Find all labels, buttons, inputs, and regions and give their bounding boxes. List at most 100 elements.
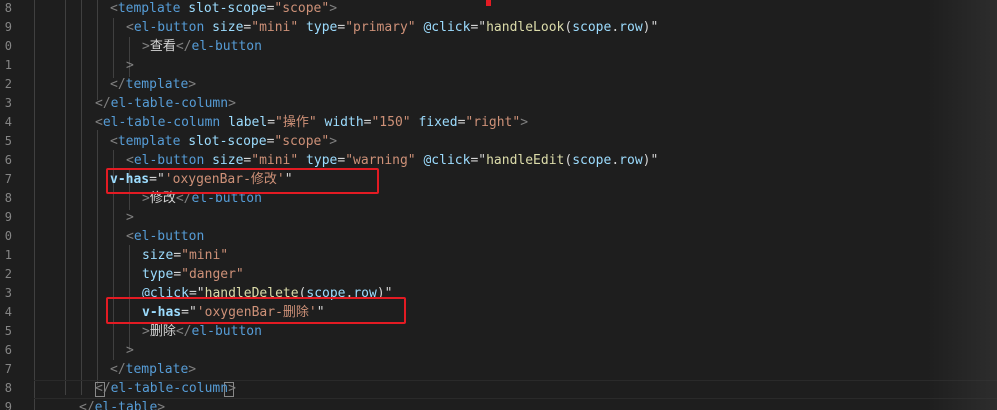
code-token-tag: template (117, 1, 181, 16)
code-token-tag: template (125, 362, 189, 377)
indent-guide (113, 18, 114, 78)
code-token-string: "mini" (181, 248, 229, 263)
code-token-attribute: type (142, 267, 174, 282)
code-token-text: " (478, 153, 487, 168)
line-number: 8 (4, 381, 12, 395)
code-line[interactable]: type="danger" (142, 265, 244, 284)
indent-guide (97, 0, 98, 100)
code-editor[interactable]: 8901234567890123456789 <template slot-sc… (0, 0, 997, 410)
red-marker (486, 0, 491, 6)
code-token-attribute: @click (423, 153, 471, 168)
code-token-bracket: </ (95, 381, 111, 396)
code-token-text: 删除 (149, 324, 176, 339)
code-token-attribute: size (212, 153, 244, 168)
code-token-bracket: > (228, 96, 236, 111)
code-token-bracket: < (110, 134, 118, 149)
code-line[interactable]: > (126, 56, 134, 75)
line-number: 3 (4, 96, 12, 110)
code-token-text: 查看 (149, 39, 176, 54)
code-token-attribute: scope (572, 153, 612, 168)
code-token-string: "scope" (274, 1, 330, 16)
code-token-function: handleEdit (486, 153, 565, 168)
code-token-bracket: < (126, 20, 134, 35)
indent-guide (81, 0, 82, 395)
code-token-bracket: < (126, 229, 134, 244)
code-line[interactable]: > (126, 341, 134, 360)
code-token-bracket: > (520, 115, 529, 130)
code-token-bracket: < (126, 153, 134, 168)
code-token-text: = (337, 153, 346, 168)
code-line[interactable]: <el-button (126, 227, 204, 246)
code-token-attribute: @click (423, 20, 471, 35)
code-token-tag: el-button (133, 229, 205, 244)
code-token-text: = (173, 248, 182, 263)
line-number: 8 (4, 191, 12, 205)
code-token-attribute: size (142, 248, 174, 263)
code-token-text: . (611, 153, 620, 168)
indent-guide (34, 0, 35, 410)
code-token-text: " (478, 20, 487, 35)
code-token-tag: el-button (133, 20, 205, 35)
code-token-bracket: > (157, 400, 166, 410)
code-token-attribute: label (228, 115, 268, 130)
line-number: 2 (4, 267, 12, 281)
line-number: 6 (4, 153, 12, 167)
code-line[interactable]: <el-table-column label="操作" width="150" … (95, 113, 528, 132)
line-number: 9 (4, 400, 12, 410)
code-token-string: "mini" (251, 20, 299, 35)
highlight-box-delete-permission (106, 297, 406, 324)
code-token-attribute: fixed (418, 115, 458, 130)
code-line[interactable]: >删除</el-button (142, 322, 262, 341)
code-token-tag: el-table-column (110, 381, 229, 396)
line-number: 1 (4, 58, 12, 72)
code-line[interactable]: <el-button size="mini" type="primary" @c… (126, 18, 658, 37)
code-token-tag: el-table-column (102, 115, 221, 130)
line-number: 5 (4, 324, 12, 338)
line-number: 3 (4, 286, 12, 300)
code-token-attribute: width (324, 115, 364, 130)
line-number: 0 (4, 39, 12, 53)
indent-guide (65, 0, 66, 395)
code-line[interactable]: <template slot-scope="scope"> (110, 132, 337, 151)
code-line[interactable]: </template> (110, 360, 196, 379)
code-token-attribute: size (212, 20, 244, 35)
code-token-bracket: > (142, 324, 150, 339)
code-line[interactable]: </el-table-column> (95, 379, 236, 398)
line-number: 8 (4, 1, 12, 15)
code-token-bracket: > (329, 1, 338, 16)
code-line[interactable]: </template> (110, 75, 196, 94)
code-token-bracket: > (126, 343, 134, 358)
code-token-text: = (173, 267, 182, 282)
code-token-bracket: > (188, 362, 197, 377)
code-token-bracket: > (126, 58, 134, 73)
code-line[interactable]: > (126, 208, 134, 227)
code-line[interactable]: size="mini" (142, 246, 228, 265)
indent-guide (97, 130, 98, 385)
code-token-tag: template (125, 77, 189, 92)
code-line[interactable]: </el-table-column> (95, 94, 236, 113)
code-token-function: handleLook (486, 20, 565, 35)
code-token-bracket: > (126, 210, 134, 225)
code-token-bracket: > (228, 381, 236, 396)
code-token-bracket: > (329, 134, 338, 149)
code-line[interactable]: >查看</el-button (142, 37, 262, 56)
code-line[interactable]: </el-table> (79, 398, 165, 410)
code-line[interactable]: <template slot-scope="scope"> (110, 0, 337, 18)
code-token-tag: el-button (191, 39, 262, 54)
line-number-gutter: 8 9 0 1 2 3 4 5 6 7 8 9 0 1 2 3 4 5 6 7 8 9 (0, 0, 14, 410)
line-number: 2 (4, 77, 12, 91)
code-token-tag: el-table-column (110, 96, 229, 111)
code-token-string: "scope" (274, 134, 330, 149)
code-token-attribute: row (619, 20, 643, 35)
code-token-string: "warning" (345, 153, 416, 168)
code-token-attribute: row (619, 153, 643, 168)
code-token-attribute: slot-scope (188, 134, 267, 149)
code-token-attribute: type (306, 20, 338, 35)
code-token-string: "danger" (181, 267, 244, 282)
line-number: 7 (4, 362, 12, 376)
code-token-tag: el-button (191, 324, 262, 339)
